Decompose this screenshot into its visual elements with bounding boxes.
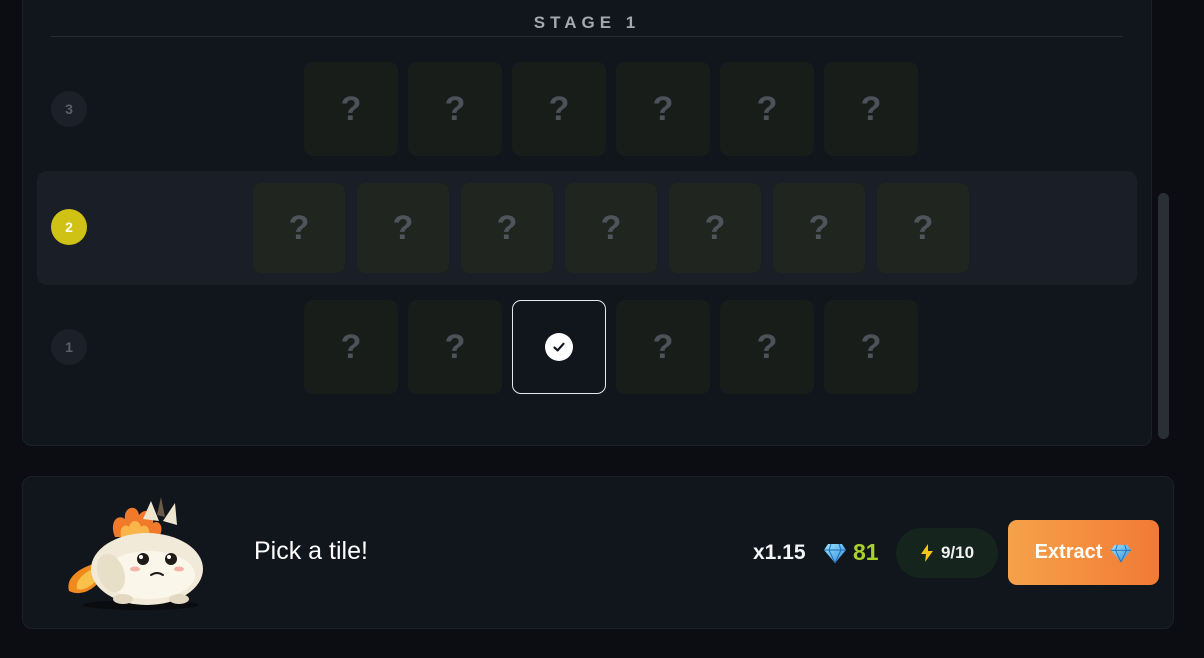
diamond-icon	[1111, 544, 1132, 562]
game-board: STAGE 1 3 ? ? ? ? ? ? 2 ? ? ? ? ? ? ? 1 …	[22, 0, 1152, 446]
lightning-icon	[920, 544, 933, 562]
stage-title: STAGE 1	[533, 13, 641, 32]
axie-mascot	[59, 493, 209, 611]
tile[interactable]: ?	[824, 300, 918, 394]
tile[interactable]: ?	[304, 62, 398, 156]
stage-divider	[51, 36, 1123, 37]
tile[interactable]: ?	[720, 62, 814, 156]
tile-selected[interactable]	[512, 300, 606, 394]
multiplier-value: x1.15	[753, 541, 806, 564]
row-number-badge: 1	[51, 329, 87, 365]
tile[interactable]: ?	[669, 183, 761, 273]
tile[interactable]: ?	[408, 62, 502, 156]
tile[interactable]: ?	[512, 62, 606, 156]
tile[interactable]: ?	[824, 62, 918, 156]
tile[interactable]: ?	[304, 300, 398, 394]
row-number-badge: 3	[51, 91, 87, 127]
tile[interactable]: ?	[616, 300, 710, 394]
tile[interactable]: ?	[720, 300, 814, 394]
extract-button[interactable]: Extract	[1008, 520, 1159, 585]
energy-count: 9/10	[940, 543, 975, 562]
check-icon	[545, 333, 573, 361]
row-2: 2 ? ? ? ? ? ? ?	[37, 171, 1137, 285]
scrollbar-thumb[interactable]	[1158, 193, 1169, 439]
status-bar: Pick a tile! x1.15 81 9/10 Extract	[22, 476, 1174, 629]
tile[interactable]: ?	[408, 300, 502, 394]
gem-counter: 81	[823, 539, 879, 566]
gem-count: 81	[853, 539, 879, 565]
tile[interactable]: ?	[253, 183, 345, 273]
tile[interactable]: ?	[773, 183, 865, 273]
tile[interactable]: ?	[357, 183, 449, 273]
tile[interactable]: ?	[616, 62, 710, 156]
tile[interactable]: ?	[565, 183, 657, 273]
status-message: Pick a tile!	[254, 537, 368, 565]
tile[interactable]: ?	[877, 183, 969, 273]
extract-button-label: Extract	[1034, 541, 1103, 563]
tile[interactable]: ?	[461, 183, 553, 273]
row-1: 1 ? ? ? ? ?	[37, 291, 1137, 405]
energy-counter: 9/10	[896, 528, 998, 578]
row-number-badge: 2	[51, 209, 87, 245]
row-3: 3 ? ? ? ? ? ?	[37, 53, 1137, 167]
diamond-icon	[824, 543, 846, 563]
